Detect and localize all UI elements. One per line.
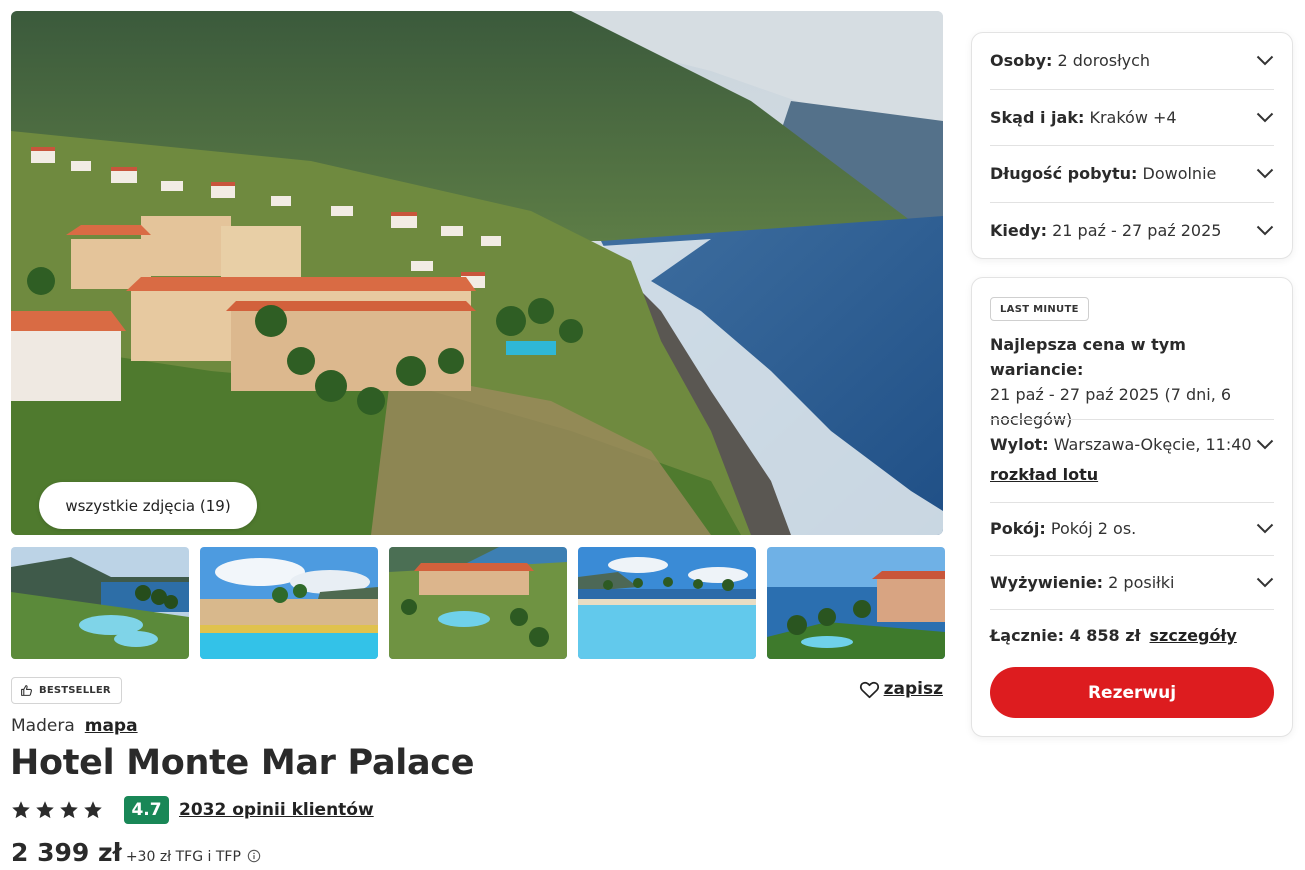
divider xyxy=(990,502,1274,503)
filter-label: Kiedy: xyxy=(990,221,1048,241)
thumbnail-cliff-pool[interactable] xyxy=(11,547,189,659)
star-icon xyxy=(84,801,102,819)
board-value: 2 posiłki xyxy=(1108,573,1175,592)
board-row[interactable]: Wyżywienie: 2 posiłki xyxy=(990,573,1274,592)
room-value: Pokój 2 os. xyxy=(1050,519,1137,538)
rating-row: 4.7 2032 opinii klientów xyxy=(11,796,374,824)
flight-value: Warszawa-Okęcie, 11:40 xyxy=(1053,435,1252,454)
map-link[interactable]: mapa xyxy=(85,716,138,736)
region-name: Madera xyxy=(11,716,75,736)
total-label: Łącznie: xyxy=(990,626,1064,645)
thumbnail-image xyxy=(11,547,189,659)
filter-label: Skąd i jak: xyxy=(990,107,1085,127)
room-label: Pokój: xyxy=(990,519,1046,538)
filter-label: Osoby: xyxy=(990,51,1053,71)
heart-icon xyxy=(859,681,879,698)
last-minute-badge: LAST MINUTE xyxy=(990,297,1089,321)
filter-value: Dowolnie xyxy=(1142,164,1217,184)
price-extra-fees: +30 zł TFG i TFP xyxy=(125,849,241,865)
best-price-heading: Najlepsza cena w tym wariancie: xyxy=(990,335,1186,379)
bestseller-label: BESTSELLER xyxy=(39,685,111,696)
best-price-dates: 21 paź - 27 paź 2025 (7 dni, 6 noclegów) xyxy=(990,385,1232,429)
hotel-coast-image xyxy=(11,11,943,535)
filter-stay-length[interactable]: Długość pobytu: Dowolnie xyxy=(990,146,1274,203)
divider xyxy=(990,419,1274,420)
thumbnail-image xyxy=(767,547,945,659)
reviews-link[interactable]: 2032 opinii klientów xyxy=(179,800,374,820)
divider xyxy=(990,609,1274,610)
flight-label: Wylot: xyxy=(990,435,1049,454)
best-price-info: Najlepsza cena w tym wariancie: 21 paź -… xyxy=(990,332,1275,432)
chevron-down-icon xyxy=(1256,523,1274,534)
all-photos-button[interactable]: wszystkie zdjęcia (19) xyxy=(39,482,257,529)
chevron-down-icon xyxy=(1256,226,1274,236)
thumbnail-image xyxy=(389,547,567,659)
total-row: Łącznie: 4 858 zł szczegóły xyxy=(990,626,1237,645)
price-value: 2 399 zł xyxy=(11,838,122,867)
star-rating xyxy=(11,800,103,820)
divider xyxy=(990,555,1274,556)
thumbnail-pool-sky[interactable] xyxy=(200,547,378,659)
chevron-down-icon xyxy=(1256,577,1274,588)
chevron-down-icon xyxy=(1256,439,1274,450)
chevron-down-icon xyxy=(1256,56,1274,66)
total-value: 4 858 zł xyxy=(1069,626,1141,645)
filter-label: Długość pobytu: xyxy=(990,164,1138,184)
thumbnail-hotel-aerial[interactable] xyxy=(389,547,567,659)
location-row: Madera mapa xyxy=(11,716,138,736)
offer-card: LAST MINUTE Najlepsza cena w tym warianc… xyxy=(971,277,1293,737)
search-filters-card: Osoby: 2 dorosłych Skąd i jak: Kraków +4… xyxy=(971,32,1293,259)
thumbnail-image xyxy=(200,547,378,659)
reserve-button[interactable]: Rezerwuj xyxy=(990,667,1274,718)
filter-persons[interactable]: Osoby: 2 dorosłych xyxy=(990,33,1274,90)
thumbs-up-icon xyxy=(21,685,32,696)
hotel-title: Hotel Monte Mar Palace xyxy=(10,743,475,783)
room-row[interactable]: Pokój: Pokój 2 os. xyxy=(990,519,1274,538)
price-row: 2 399 zł +30 zł TFG i TFP xyxy=(11,838,261,867)
bestseller-badge: BESTSELLER xyxy=(11,677,122,704)
board-label: Wyżywienie: xyxy=(990,573,1104,592)
flight-schedule-link[interactable]: rozkład lotu xyxy=(990,465,1098,484)
filter-value: Kraków +4 xyxy=(1089,107,1177,127)
thumbnail-image xyxy=(578,547,756,659)
thumbnail-infinity-pool[interactable] xyxy=(578,547,756,659)
thumbnail-hotel-ocean[interactable] xyxy=(767,547,945,659)
star-icon xyxy=(36,801,54,819)
star-icon xyxy=(60,801,78,819)
chevron-down-icon xyxy=(1256,169,1274,179)
filter-departure[interactable]: Skąd i jak: Kraków +4 xyxy=(990,90,1274,146)
star-icon xyxy=(12,801,30,819)
info-icon[interactable] xyxy=(247,849,261,863)
main-hotel-photo[interactable]: wszystkie zdjęcia (19) xyxy=(11,11,943,535)
filter-value: 2 dorosłych xyxy=(1057,51,1151,71)
flight-row[interactable]: Wylot: Warszawa-Okęcie, 11:40 xyxy=(990,435,1274,454)
chevron-down-icon xyxy=(1256,112,1274,123)
filter-dates[interactable]: Kiedy: 21 paź - 27 paź 2025 xyxy=(990,203,1274,260)
save-label: zapisz xyxy=(883,679,943,699)
save-button[interactable]: zapisz xyxy=(859,679,943,699)
price-details-link[interactable]: szczegóły xyxy=(1150,626,1237,645)
filter-value: 21 paź - 27 paź 2025 xyxy=(1052,221,1222,241)
score-badge: 4.7 xyxy=(124,796,169,824)
